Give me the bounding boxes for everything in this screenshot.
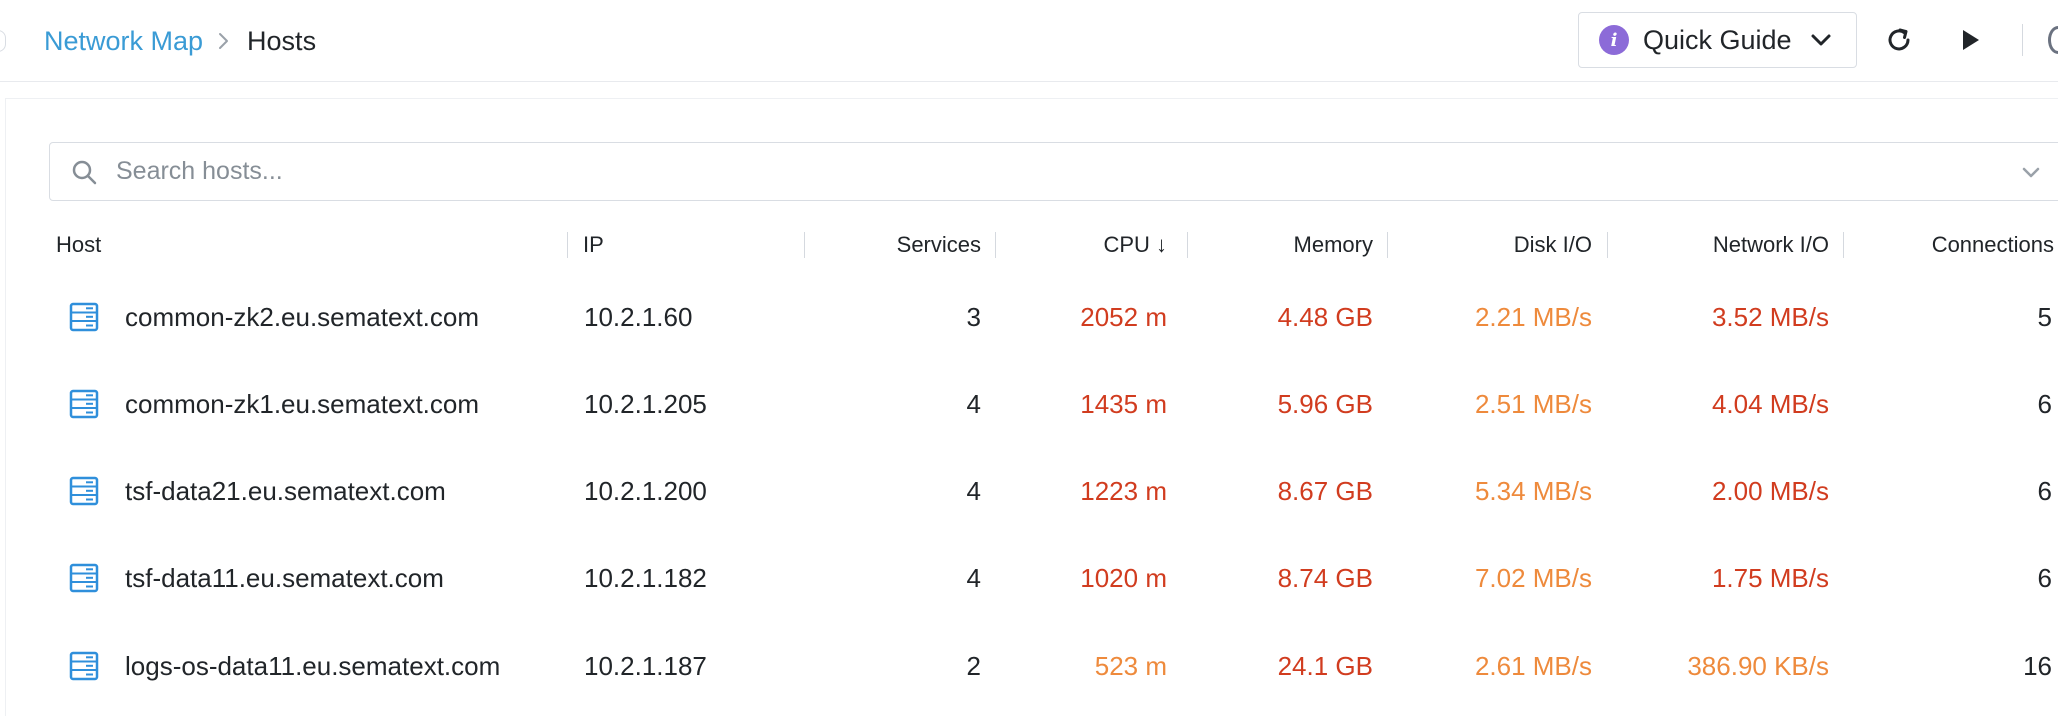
- column-resizer[interactable]: [567, 232, 568, 258]
- host-services: 4: [966, 563, 981, 593]
- host-disk-io: 7.02 MB/s: [1474, 563, 1592, 593]
- server-icon: [69, 476, 99, 506]
- table-row[interactable]: common-zk2.eu.sematext.com 10.2.1.60 3 2…: [49, 274, 2058, 361]
- host-network-io: 2.00 MB/s: [1711, 476, 1829, 506]
- server-icon: [69, 389, 99, 419]
- host-memory: 24.1 GB: [1277, 651, 1373, 681]
- host-services: 3: [966, 302, 981, 332]
- host-name-link[interactable]: common-zk1.eu.sematext.com: [125, 361, 479, 448]
- host-memory: 4.48 GB: [1277, 302, 1373, 332]
- play-icon[interactable]: [1952, 22, 1988, 58]
- host-memory: 8.67 GB: [1277, 476, 1373, 506]
- host-network-io: 3.52 MB/s: [1711, 302, 1829, 332]
- quick-guide-button[interactable]: i Quick Guide: [1578, 12, 1857, 68]
- quick-guide-label: Quick Guide: [1643, 24, 1792, 55]
- column-header-network-io[interactable]: Network I/O: [1620, 230, 1829, 260]
- host-ip: 10.2.1.60: [584, 302, 693, 332]
- host-connections: 5: [2037, 302, 2052, 332]
- host-network-io: 386.90 KB/s: [1687, 651, 1829, 681]
- host-cpu: 1435 m: [1080, 389, 1167, 419]
- host-disk-io: 2.21 MB/s: [1474, 302, 1592, 332]
- host-name-link[interactable]: tsf-data21.eu.sematext.com: [125, 448, 446, 535]
- host-ip: 10.2.1.205: [584, 389, 707, 419]
- column-resizer[interactable]: [1187, 232, 1188, 258]
- column-header-connections[interactable]: Connections: [1856, 230, 2054, 260]
- table-row[interactable]: logs-os-data11.eu.sematext.com 10.2.1.18…: [49, 623, 2058, 710]
- host-connections: 6: [2037, 563, 2052, 593]
- column-header-memory[interactable]: Memory: [1200, 230, 1373, 260]
- breadcrumb-network-map[interactable]: Network Map: [44, 26, 203, 57]
- host-network-io: 1.75 MB/s: [1711, 563, 1829, 593]
- host-cpu: 2052 m: [1080, 302, 1167, 332]
- chevron-down-icon: [1810, 33, 1832, 47]
- toolbar-divider: [2022, 24, 2023, 56]
- host-name-link[interactable]: common-zk2.eu.sematext.com: [125, 274, 479, 361]
- host-connections: 6: [2037, 389, 2052, 419]
- column-resizer[interactable]: [1607, 232, 1608, 258]
- host-cpu: 1223 m: [1080, 476, 1167, 506]
- host-services: 2: [966, 651, 981, 681]
- table-row[interactable]: tsf-data11.eu.sematext.com 10.2.1.182 4 …: [49, 535, 2058, 622]
- column-header-host[interactable]: Host: [56, 230, 356, 260]
- host-name-link[interactable]: tsf-data11.eu.sematext.com: [125, 535, 444, 622]
- host-services: 4: [966, 389, 981, 419]
- host-ip: 10.2.1.187: [584, 651, 707, 681]
- host-connections: 6: [2037, 476, 2052, 506]
- chevron-down-icon[interactable]: [2020, 161, 2042, 183]
- host-cpu: 523 m: [1094, 651, 1167, 681]
- column-resizer[interactable]: [804, 232, 805, 258]
- host-name-link[interactable]: logs-os-data11.eu.sematext.com: [125, 623, 500, 710]
- server-icon: [69, 563, 99, 593]
- search-icon: [70, 158, 98, 186]
- info-icon: i: [1599, 25, 1629, 55]
- host-ip: 10.2.1.182: [584, 563, 707, 593]
- server-icon: [69, 302, 99, 332]
- column-header-disk-io[interactable]: Disk I/O: [1400, 230, 1592, 260]
- refresh-icon[interactable]: [1881, 22, 1917, 58]
- host-ip: 10.2.1.200: [584, 476, 707, 506]
- host-network-io: 4.04 MB/s: [1711, 389, 1829, 419]
- table-row[interactable]: tsf-data21.eu.sematext.com 10.2.1.200 4 …: [49, 448, 2058, 535]
- search-bar[interactable]: [49, 142, 2058, 201]
- host-disk-io: 2.61 MB/s: [1474, 651, 1592, 681]
- table-row[interactable]: common-zk1.eu.sematext.com 10.2.1.205 4 …: [49, 361, 2058, 448]
- host-cpu: 1020 m: [1080, 563, 1167, 593]
- column-resizer[interactable]: [1843, 232, 1844, 258]
- column-header-cpu[interactable]: CPU ↓: [1010, 230, 1167, 260]
- column-resizer[interactable]: [995, 232, 996, 258]
- search-input[interactable]: [116, 157, 1816, 186]
- top-bar: Network Map Hosts i Quick Guide: [0, 0, 2058, 82]
- chevron-right-icon: [217, 31, 231, 51]
- host-connections: 16: [2023, 651, 2052, 681]
- server-icon: [69, 651, 99, 681]
- sidebar-toggle-handle[interactable]: [0, 30, 6, 52]
- column-resizer[interactable]: [1387, 232, 1388, 258]
- host-memory: 5.96 GB: [1277, 389, 1373, 419]
- column-header-services[interactable]: Services: [820, 230, 981, 260]
- host-disk-io: 5.34 MB/s: [1474, 476, 1592, 506]
- host-disk-io: 2.51 MB/s: [1474, 389, 1592, 419]
- clock-icon[interactable]: [2048, 26, 2058, 54]
- host-memory: 8.74 GB: [1277, 563, 1373, 593]
- breadcrumb-current-page: Hosts: [247, 25, 317, 56]
- host-services: 4: [966, 476, 981, 506]
- breadcrumb: Network Map Hosts: [44, 22, 316, 60]
- column-header-ip[interactable]: IP: [583, 230, 783, 260]
